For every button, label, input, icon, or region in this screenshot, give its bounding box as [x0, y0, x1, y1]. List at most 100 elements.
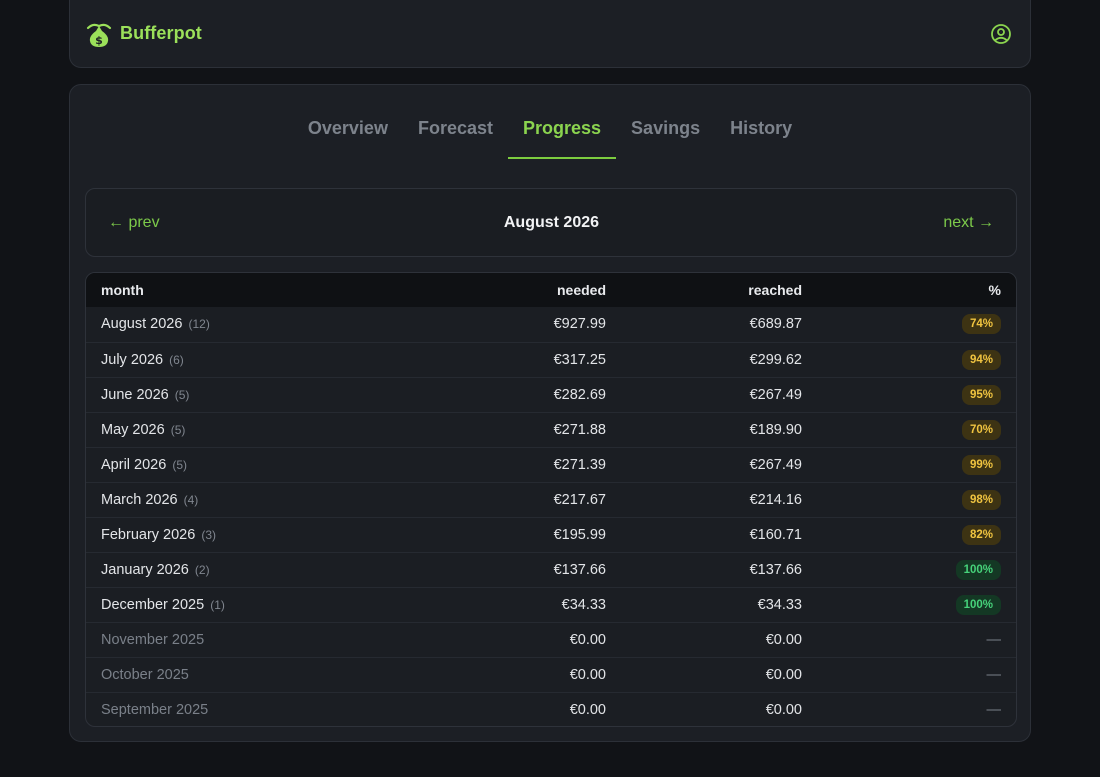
needed-cell: €271.88: [553, 421, 606, 438]
month-label: October 2025: [101, 666, 189, 683]
month-cell: September 2025: [86, 692, 446, 726]
needed-cell: €0.00: [569, 701, 606, 718]
needed-cell: €217.67: [553, 491, 606, 508]
header-needed: needed: [556, 282, 606, 298]
tab-progress[interactable]: Progress: [508, 85, 617, 159]
reached-cell: €267.49: [749, 456, 802, 473]
percent-badge: 99%: [961, 454, 1001, 475]
percent-badge: 74%: [961, 314, 1001, 335]
month-cell: May 2026 (5): [86, 412, 446, 447]
header-percent: %: [988, 282, 1001, 298]
item-count: (5): [172, 457, 187, 472]
month-cell: October 2025: [86, 657, 446, 692]
user-circle-icon[interactable]: [990, 23, 1012, 45]
percent-badge: 98%: [961, 489, 1001, 510]
month-label: April 2026: [101, 456, 167, 473]
item-count: (5): [170, 422, 186, 437]
header-reached: reached: [748, 282, 802, 298]
needed-cell: €282.69: [553, 386, 606, 403]
item-count: (4): [183, 492, 199, 507]
table-row: May 2026 (5) €271.88 €189.90 70%: [86, 412, 1016, 447]
item-count: (6): [169, 352, 184, 367]
table-row: March 2026 (4) €217.67 €214.16 98%: [86, 482, 1016, 517]
month-label: December 2025: [101, 596, 205, 613]
reached-cell: €189.90: [749, 421, 802, 438]
app-header: $ Bufferpot: [69, 0, 1031, 68]
percent-empty: —: [986, 701, 1002, 718]
percent-badge: 94%: [961, 349, 1001, 370]
reached-cell: €0.00: [765, 701, 802, 718]
month-cell: April 2026 (5): [86, 447, 446, 482]
percent-badge: 100%: [955, 559, 1001, 580]
percent-badge: 70%: [961, 419, 1001, 440]
month-label: March 2026: [101, 491, 178, 508]
table-row: August 2026 (12) €927.99 €689.87 74%: [86, 307, 1016, 342]
month-label: September 2025: [101, 701, 209, 718]
table-row: June 2026 (5) €282.69 €267.49 95%: [86, 377, 1016, 412]
reached-cell: €160.71: [749, 526, 802, 543]
reached-cell: €137.66: [749, 561, 802, 578]
needed-cell: €137.66: [553, 561, 606, 578]
percent-empty: —: [986, 631, 1002, 648]
tab-forecast[interactable]: Forecast: [403, 85, 508, 159]
reached-cell: €689.87: [749, 316, 802, 333]
month-cell: July 2026 (6): [86, 342, 446, 377]
month-label: June 2026: [101, 386, 169, 403]
money-bag-icon: $: [86, 23, 112, 47]
item-count: (2): [194, 562, 210, 577]
needed-cell: €927.99: [553, 316, 606, 333]
percent-badge: 82%: [961, 524, 1001, 545]
item-count: (3): [201, 527, 217, 542]
next-month-link[interactable]: next →: [943, 214, 994, 232]
progress-table: month needed reached % August 2026 (12) €…: [85, 272, 1017, 727]
month-label: May 2026: [101, 421, 165, 438]
needed-cell: €195.99: [553, 526, 606, 543]
item-count: (12): [188, 317, 210, 332]
table-row: November 2025 €0.00 €0.00 —: [86, 622, 1016, 657]
reached-cell: €0.00: [765, 631, 802, 648]
table-row: September 2025 €0.00 €0.00 —: [86, 692, 1016, 726]
tab-savings[interactable]: Savings: [616, 85, 715, 159]
prev-month-link[interactable]: ← prev: [108, 214, 160, 232]
table-header-row: month needed reached %: [86, 273, 1016, 307]
table-row: October 2025 €0.00 €0.00 —: [86, 657, 1016, 692]
svg-text:$: $: [95, 34, 103, 47]
needed-cell: €0.00: [569, 631, 606, 648]
month-cell: February 2026 (3): [86, 517, 446, 552]
tab-overview[interactable]: Overview: [293, 85, 403, 159]
current-month-title: August 2026: [503, 213, 600, 231]
table-row: December 2025 (1) €34.33 €34.33 100%: [86, 587, 1016, 622]
month-label: July 2026: [101, 351, 164, 368]
month-cell: December 2025 (1): [86, 587, 446, 622]
percent-empty: —: [986, 666, 1002, 683]
item-count: (1): [210, 597, 225, 612]
reached-cell: €0.00: [765, 666, 802, 683]
table-row: January 2026 (2) €137.66 €137.66 100%: [86, 552, 1016, 587]
reached-cell: €214.16: [749, 491, 802, 508]
reached-cell: €299.62: [749, 351, 802, 368]
progress-card: Overview Forecast Progress Savings Histo…: [69, 84, 1031, 742]
app-name: Bufferpot: [120, 23, 202, 43]
brand[interactable]: $ Bufferpot: [86, 20, 202, 48]
header-month: month: [101, 282, 144, 298]
month-cell: August 2026 (12): [86, 307, 446, 342]
month-label: February 2026: [101, 526, 196, 543]
month-label: August 2026: [101, 316, 183, 333]
table-row: July 2026 (6) €317.25 €299.62 94%: [86, 342, 1016, 377]
tab-history[interactable]: History: [715, 85, 807, 159]
month-cell: January 2026 (2): [86, 552, 446, 587]
percent-badge: 95%: [961, 384, 1001, 405]
month-label: November 2025: [101, 631, 205, 648]
reached-cell: €34.33: [757, 596, 802, 613]
month-cell: November 2025: [86, 622, 446, 657]
item-count: (5): [174, 387, 190, 402]
table-row: February 2026 (3) €195.99 €160.71 82%: [86, 517, 1016, 552]
needed-cell: €0.00: [569, 666, 606, 683]
table-row: April 2026 (5) €271.39 €267.49 99%: [86, 447, 1016, 482]
month-navigator: ← prev August 2026 next →: [85, 188, 1017, 257]
month-cell: June 2026 (5): [86, 377, 446, 412]
needed-cell: €34.33: [561, 596, 606, 613]
month-label: January 2026: [101, 561, 189, 578]
needed-cell: €271.39: [553, 456, 606, 473]
month-cell: March 2026 (4): [86, 482, 446, 517]
